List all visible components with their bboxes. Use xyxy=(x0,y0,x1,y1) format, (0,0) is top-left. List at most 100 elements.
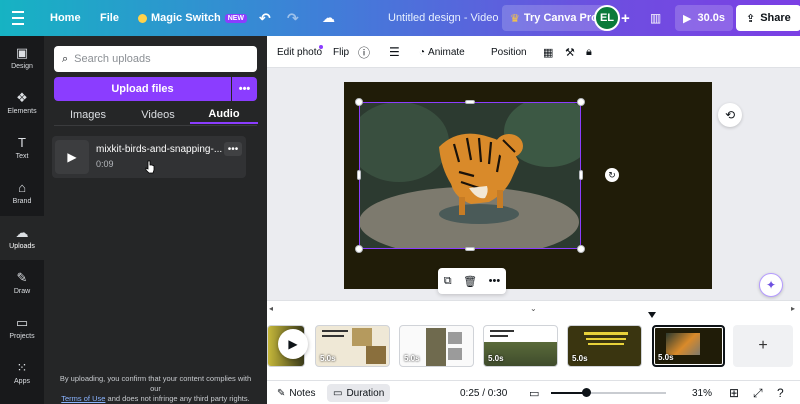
hand-cursor-icon xyxy=(145,160,155,174)
more-options-icon[interactable]: ••• xyxy=(224,142,242,156)
duration-label: Duration xyxy=(346,387,385,399)
slider-fill xyxy=(551,392,586,394)
rail-item-text[interactable]: T Text xyxy=(0,126,44,170)
rail-item-design[interactable]: ▣ Design xyxy=(0,36,44,80)
notes-button[interactable]: ✎ Notes xyxy=(277,381,316,404)
flip-button[interactable]: Flip xyxy=(333,36,349,68)
resize-handle[interactable] xyxy=(579,170,583,180)
border-style-icon[interactable]: ☰ xyxy=(389,36,400,68)
resize-handle[interactable] xyxy=(465,100,475,104)
try-pro-button[interactable]: ♛ Try Canva Pro xyxy=(502,5,606,31)
animate-button[interactable]: ◔ Animate xyxy=(419,36,465,68)
magic-switch-label: Magic Switch xyxy=(151,12,221,24)
design-page[interactable] xyxy=(344,82,712,289)
clip-duration: 5.0s xyxy=(488,354,504,363)
tab-videos[interactable]: Videos xyxy=(124,106,192,124)
trash-icon[interactable]: 🗑︎ xyxy=(463,275,477,288)
edit-photo-button[interactable]: Edit photo xyxy=(277,36,322,68)
animate-icon: ◔ xyxy=(419,46,426,58)
transparency-icon[interactable]: ▦ xyxy=(543,36,553,68)
analytics-icon[interactable]: ▥ xyxy=(650,0,661,36)
file-menu[interactable]: File xyxy=(100,0,119,36)
undo-icon[interactable]: ↶ xyxy=(259,0,271,36)
design-title[interactable]: Untitled design - Video xyxy=(388,0,498,36)
tab-audio[interactable]: Audio xyxy=(190,106,258,124)
page-view-icon[interactable]: ▭ xyxy=(529,381,539,404)
more-options-icon[interactable]: ••• xyxy=(489,275,501,287)
share-button[interactable]: ⇪ Share xyxy=(736,5,800,31)
help-icon[interactable]: ? xyxy=(777,381,784,404)
try-pro-label: Try Canva Pro xyxy=(523,12,598,24)
video-icon: ▭ xyxy=(333,387,343,399)
home-button[interactable]: Home xyxy=(50,0,81,36)
rail-item-elements[interactable]: ❖ Elements xyxy=(0,81,44,125)
resize-handle[interactable] xyxy=(465,247,475,251)
tab-images[interactable]: Images xyxy=(54,106,122,124)
lock-icon[interactable]: 🔒︎ xyxy=(586,36,592,68)
tabs-divider xyxy=(54,125,257,126)
menu-icon[interactable] xyxy=(8,0,28,36)
add-comment-icon[interactable]: ⟲ xyxy=(718,103,742,127)
resize-handle[interactable] xyxy=(577,98,585,106)
present-duration: 30.0s xyxy=(697,12,725,24)
paint-roller-icon[interactable]: ⚒ xyxy=(565,36,575,68)
duplicate-icon[interactable]: ⧉ xyxy=(444,275,452,288)
search-input[interactable]: ⌕ Search uploads xyxy=(54,46,257,72)
present-button[interactable]: ▶ 30.0s xyxy=(675,5,733,31)
layout-icon: ▣ xyxy=(15,45,29,60)
resize-handle[interactable] xyxy=(577,245,585,253)
rail-item-brand[interactable]: ⌂ Brand xyxy=(0,171,44,215)
add-page-button[interactable]: + xyxy=(733,325,793,367)
redo-icon[interactable]: ↷ xyxy=(287,0,299,36)
timeline-clip[interactable]: 5.0s xyxy=(399,325,474,367)
grid-view-icon[interactable]: ⊞ xyxy=(729,381,739,404)
rail-item-apps[interactable]: ⁙ Apps xyxy=(0,351,44,395)
resize-handle[interactable] xyxy=(355,245,363,253)
resize-handle[interactable] xyxy=(357,170,361,180)
zoom-slider[interactable] xyxy=(551,388,666,397)
rail-label: Brand xyxy=(12,198,32,205)
rail-item-draw[interactable]: ✎ Draw xyxy=(0,261,44,305)
rail-item-uploads[interactable]: ☁ Uploads xyxy=(0,216,44,260)
floating-toolbar: ⧉ 🗑︎ ••• xyxy=(438,268,506,294)
duration-button[interactable]: ▭ Duration xyxy=(327,384,391,402)
rail-label: Design xyxy=(11,63,33,70)
position-button[interactable]: Position xyxy=(491,36,527,68)
timeline-clip[interactable]: 5.0s xyxy=(315,325,390,367)
zoom-level[interactable]: 31% xyxy=(692,381,712,404)
fullscreen-icon[interactable]: ⤢ xyxy=(753,381,763,404)
play-icon[interactable]: ▶ xyxy=(55,140,89,174)
top-bar: Home File Magic Switch NEW ↶ ↷ ☁ Untitle… xyxy=(0,0,800,36)
upload-files-button[interactable]: Upload files xyxy=(54,77,231,101)
rotate-icon[interactable]: ↻ xyxy=(605,168,619,182)
timeline-clip-selected[interactable]: 5.0s xyxy=(652,325,725,367)
search-icon: ⌕ xyxy=(62,52,69,65)
rail-label: Elements xyxy=(7,108,37,115)
left-rail: ▣ Design ❖ Elements T Text ⌂ Brand ☁ Upl… xyxy=(0,36,44,404)
timeline-clip[interactable]: 5.0s xyxy=(483,325,558,367)
slider-knob[interactable] xyxy=(581,388,591,397)
notification-dot xyxy=(319,45,323,49)
playhead[interactable] xyxy=(648,312,656,318)
animate-label: Animate xyxy=(428,46,465,58)
resize-handle[interactable] xyxy=(355,98,363,106)
audio-duration: 0:09 xyxy=(96,159,114,169)
magic-switch-icon xyxy=(138,13,147,23)
scroll-left-icon[interactable]: ◂ xyxy=(269,304,273,313)
info-icon[interactable]: ⓘ xyxy=(358,36,370,68)
audio-name: mixkit-birds-and-snapping-... xyxy=(96,144,223,155)
add-collaborator-icon[interactable]: + xyxy=(621,0,630,36)
footer-bar: ✎ Notes ▭ Duration 0:25 / 0:30 ▭ 31% ⊞ ⤢… xyxy=(267,380,800,404)
timeline-clip[interactable]: 5.0s xyxy=(567,325,642,367)
scroll-right-icon[interactable]: ▸ xyxy=(791,304,795,313)
magic-sparkle-icon[interactable]: ✦ xyxy=(759,273,783,297)
cloud-save-icon[interactable]: ☁ xyxy=(322,0,335,36)
magic-switch-button[interactable]: Magic Switch NEW xyxy=(138,0,248,36)
upload-more-options-icon[interactable]: ••• xyxy=(232,77,257,101)
avatar[interactable]: EL xyxy=(594,5,620,31)
terms-link[interactable]: Terms of Use xyxy=(61,394,105,403)
terms-text: By uploading, you confirm that your cont… xyxy=(59,374,252,393)
chevron-up-icon[interactable]: ⌄ xyxy=(530,304,537,313)
rail-item-projects[interactable]: ▭ Projects xyxy=(0,306,44,350)
play-icon[interactable]: ▶ xyxy=(278,329,308,359)
